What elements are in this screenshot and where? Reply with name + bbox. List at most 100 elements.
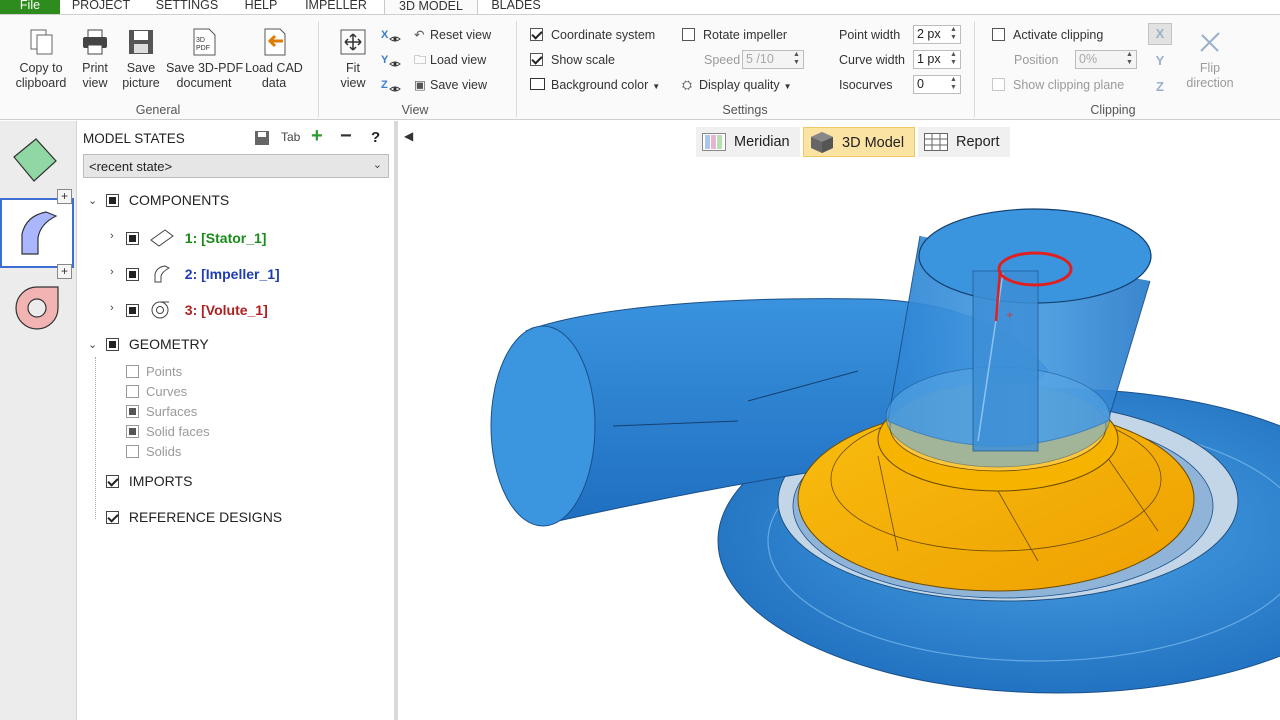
checkbox-partial[interactable] [106,194,119,207]
load-cad-button[interactable]: Load CAD data [244,27,304,91]
rotate-impeller-checkbox[interactable]: Rotate impeller [682,26,787,44]
component-row-stator[interactable]: 1: [Stator_1] [126,228,266,248]
point-width-spinner[interactable]: 2 px ▲ ▼ [913,25,961,44]
chevron-down-icon: ▼ [652,82,661,91]
print-view-button[interactable]: Print view [74,27,116,91]
checkbox-filled[interactable] [126,405,139,418]
reset-view-icon: ↶ [414,28,425,42]
curve-width-spinner[interactable]: 1 px ▲ ▼ [913,50,961,69]
checkbox-partial[interactable] [126,232,139,245]
checkbox-checked[interactable] [106,475,119,488]
coordinate-system-checkbox[interactable]: Coordinate system [530,26,655,44]
checkbox-unchecked [682,28,695,41]
add-state-icon[interactable]: + [311,125,323,148]
components-node[interactable]: COMPONENTS [106,192,229,208]
view-z-button[interactable]: Z [380,77,402,95]
display-quality-dropdown[interactable]: ⛭ Display quality ▼ [682,76,792,94]
checkbox-checked[interactable] [106,511,119,524]
show-clipping-plane-checkbox[interactable]: Show clipping plane [992,76,1124,94]
chevron-down-icon[interactable]: ⌄ [88,338,97,351]
imports-label: IMPORTS [128,473,193,489]
save-picture-button[interactable]: Save picture [118,27,164,91]
tab-file[interactable]: File [0,0,60,14]
checkbox-unchecked[interactable] [126,385,139,398]
reset-view-button[interactable]: ↶ Reset view [414,26,491,44]
chevron-down-icon[interactable]: ⌄ [88,194,97,207]
isocurves-spinner[interactable]: 0 ▲ ▼ [913,75,961,94]
view-y-button[interactable]: Y [380,52,402,70]
component-row-volute[interactable]: 3: [Volute_1] [126,300,268,320]
geometry-item-points[interactable]: Points [126,364,182,379]
show-scale-checkbox[interactable]: Show scale [530,51,615,69]
background-color-dropdown[interactable]: Background color ▼ [530,76,660,94]
checkbox-unchecked[interactable] [126,445,139,458]
geometry-item-solid-faces[interactable]: Solid faces [126,424,210,439]
tree-line [95,357,96,519]
tab-settings[interactable]: SETTINGS [150,0,224,14]
color-swatch-icon [530,78,545,90]
rotate-impeller-label: Rotate impeller [703,28,788,42]
tab-blades[interactable]: BLADES [486,0,546,14]
clip-x-button[interactable]: X [1148,23,1172,45]
save-view-button[interactable]: ▣ Save view [414,76,487,94]
save-state-icon[interactable] [254,130,270,146]
component-row-impeller[interactable]: 2: [Impeller_1] [126,264,280,284]
checkbox-partial[interactable] [126,304,139,317]
chevron-right-icon[interactable]: › [110,230,114,242]
checkbox-disabled [992,78,1005,91]
3d-viewport[interactable]: ◀ Meridian 3D Model Report + [398,121,1280,720]
volute-small-icon [151,301,169,319]
flip-direction-button[interactable]: Flip direction [1180,27,1240,91]
position-spinner[interactable]: 0% ▲ ▼ [1075,50,1137,69]
state-select[interactable]: <recent state> ⌄ [83,154,389,178]
chevron-right-icon[interactable]: › [110,302,114,314]
group-label-clipping: Clipping [1090,103,1136,117]
checkbox-filled[interactable] [126,425,139,438]
checkbox-checked [530,28,543,41]
load-cad-icon [259,27,289,57]
copy-to-clipboard-button[interactable]: Copy to clipboard [10,27,72,91]
geometry-item-curves[interactable]: Curves [126,384,187,399]
geometry-item-label: Curves [146,384,188,399]
checkbox-partial[interactable] [126,268,139,281]
geometry-node[interactable]: GEOMETRY [106,336,209,352]
spinner-arrows-icon: ▲ ▼ [950,51,957,66]
menu-bar: File PROJECT SETTINGS HELP IMPELLER 3D M… [0,0,1280,14]
help-icon[interactable]: ? [371,129,380,146]
tab-3d-model[interactable]: 3D MODEL [384,0,478,14]
geometry-item-surfaces[interactable]: Surfaces [126,404,197,419]
save-3d-pdf-button[interactable]: 3D PDF Save 3D-PDF document [166,27,243,91]
speed-spinner[interactable]: 5 /10 ▲ ▼ [742,50,804,69]
geometry-item-solids[interactable]: Solids [126,444,181,459]
tab-help[interactable]: HELP [236,0,286,14]
tab-export-icon[interactable]: Tab [281,130,300,144]
chevron-right-icon[interactable]: › [110,266,114,278]
impeller-type-button[interactable] [0,198,74,268]
load-view-label: Load view [430,53,487,67]
component-label: 3: [Volute_1] [184,302,268,318]
add-plus-icon[interactable]: + [57,189,72,204]
chevron-down-icon: ⌄ [372,159,382,171]
add-plus-icon[interactable]: + [57,264,72,279]
fit-view-button[interactable]: Fit view [330,27,376,91]
spinner-arrows-icon: ▲ ▼ [1126,51,1133,66]
checkbox-partial[interactable] [106,338,119,351]
impeller-icon [21,211,58,255]
view-x-button[interactable]: X [380,27,402,45]
folder-icon: 🗀 [414,53,427,67]
reference-designs-node[interactable]: REFERENCE DESIGNS [106,509,282,525]
clip-y-button[interactable]: Y [1148,51,1172,73]
tab-project[interactable]: PROJECT [66,0,136,14]
imports-node[interactable]: IMPORTS [106,473,192,489]
component-label: 2: [Impeller_1] [184,266,280,282]
tab-impeller[interactable]: IMPELLER [298,0,374,14]
display-quality-label: Display quality [699,78,780,92]
volute-type-button[interactable] [10,281,64,335]
load-view-button[interactable]: 🗀 Load view [414,51,486,69]
remove-state-icon[interactable]: − [340,125,352,148]
clip-z-button[interactable]: Z [1148,77,1172,99]
volute-icon [15,286,59,330]
activate-clipping-checkbox[interactable]: Activate clipping [992,26,1103,44]
stator-type-button[interactable] [10,135,60,185]
checkbox-unchecked[interactable] [126,365,139,378]
